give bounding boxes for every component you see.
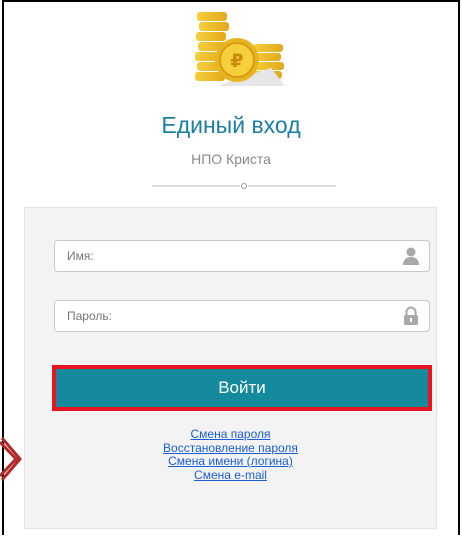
recover-password-link[interactable]: Восстановление пароля xyxy=(25,441,436,456)
circle-divider-icon xyxy=(152,183,336,189)
user-icon xyxy=(403,247,419,265)
account-links: Смена пароля Восстановление пароля Смена… xyxy=(25,427,436,483)
lock-icon xyxy=(404,306,418,325)
password-field[interactable] xyxy=(54,300,430,332)
change-login-link[interactable]: Смена имени (логина) xyxy=(25,454,436,469)
login-panel: Войти Смена пароля Восстановление пароля… xyxy=(24,207,437,529)
username-field[interactable] xyxy=(54,240,430,272)
ruble-coins-icon: ₽ xyxy=(195,12,285,86)
username-input[interactable] xyxy=(55,241,395,271)
organization-name: НПО Криста xyxy=(191,151,271,167)
page-title: Единый вход xyxy=(161,112,301,138)
login-button[interactable]: Войти xyxy=(52,365,432,411)
password-input[interactable] xyxy=(55,301,395,331)
svg-text:₽: ₽ xyxy=(230,50,243,72)
change-email-link[interactable]: Смена e-mail xyxy=(25,468,436,483)
arrow-right-icon xyxy=(0,437,22,481)
change-password-link[interactable]: Смена пароля xyxy=(25,427,436,442)
